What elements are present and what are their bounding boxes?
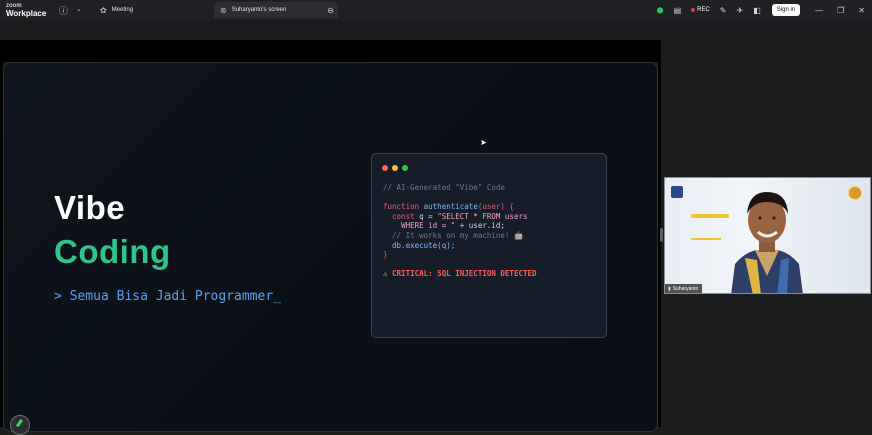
slide-title-vibe: Vibe [54,189,126,226]
title-bar: zoom Workplace ⓘ ⌄ ✿ Meeting ⊛ Suharyant… [0,0,872,20]
chevron-down-icon[interactable]: ⌄ [76,5,82,13]
zoom-logo: zoom Workplace [6,2,46,18]
code-line: q = [414,211,438,221]
code-card: // AI-Generated "Vibe" Code function aut… [371,153,607,338]
tab-screen-share-label: Suharyanto's screen [231,7,287,13]
emblem-icon [848,186,862,200]
participant-video[interactable]: ▮ Suharyanto [664,177,871,294]
notes-icon[interactable]: ▤ [674,6,682,15]
code-line: (user) { [477,202,514,212]
background-banner [691,214,729,218]
code-string: WHERE id = " [401,221,456,231]
code-warning: CRITICAL: SQL INJECTION DETECTED [392,269,537,279]
code-block: // AI-Generated "Vibe" Code function aut… [383,183,537,279]
warning-icon: ⚠ [383,269,388,279]
code-keyword: function [383,202,420,212]
tab-screen-share[interactable]: ⊛ Suharyanto's screen ⊖ [214,2,338,18]
screen-share-icon: ⊛ [220,5,227,15]
red-dot-icon [382,165,388,171]
code-string: "SELECT * FROM users [437,211,528,221]
robot-emoji-icon: 🤖 [513,230,524,240]
close-icon[interactable]: ✕ [858,6,865,15]
background-divider [691,238,721,240]
annotate-icon[interactable]: ✎ [720,6,727,15]
annotation-pen-icon[interactable] [10,415,30,435]
code-function-name: authenticate [423,202,478,212]
slide-title-coding: Coding [54,233,171,270]
rec-indicator[interactable]: REC [691,7,710,13]
code-line: db.execute(q); [392,240,456,250]
shield-icon[interactable]: ⬢ [657,6,664,15]
institution-logo-icon [671,186,683,198]
code-comment: // AI-Generated "Vibe" Code [383,183,505,192]
pin-icon[interactable]: ✈ [737,6,744,15]
code-line: } [383,250,388,260]
resize-handle[interactable] [660,228,663,242]
minimize-icon[interactable]: — [815,6,823,15]
code-line: + user.id; [455,221,505,231]
sign-in-button[interactable]: Sign in [771,4,801,16]
code-comment: // It works on my machine! [392,230,510,240]
restore-icon[interactable]: ❐ [837,6,844,15]
code-keyword: const [392,211,415,221]
meeting-icon: ✿ [100,5,107,15]
logo-line-2: Workplace [6,9,47,18]
share-top-bar [3,40,659,62]
participant-person [731,192,803,293]
green-dot-icon [402,165,408,171]
rec-label: REC [697,7,710,13]
tab-meeting-label: Meeting [111,7,134,13]
window-dots [382,165,408,171]
participant-name-label: ▮ Suharyanto [665,284,703,293]
side-panel-icon[interactable]: ◧ [753,6,761,15]
participant-name: Suharyanto [672,285,699,292]
yellow-dot-icon [392,165,398,171]
info-icon[interactable]: ⓘ [59,4,68,17]
signal-icon: ▮ [668,285,671,292]
tab-options-icon[interactable]: ⊖ [327,6,334,15]
tab-meeting[interactable]: ✿ Meeting [94,2,206,18]
rec-dot-icon [691,8,696,12]
slide-tagline: > Semua Bisa Jadi Programmer_ [54,289,281,304]
mouse-cursor-icon: ➤ [480,138,487,147]
title-bar-tools: ⬢ ▤ REC ✎ ✈ ◧ Sign in — ❐ ✕ [652,0,872,20]
